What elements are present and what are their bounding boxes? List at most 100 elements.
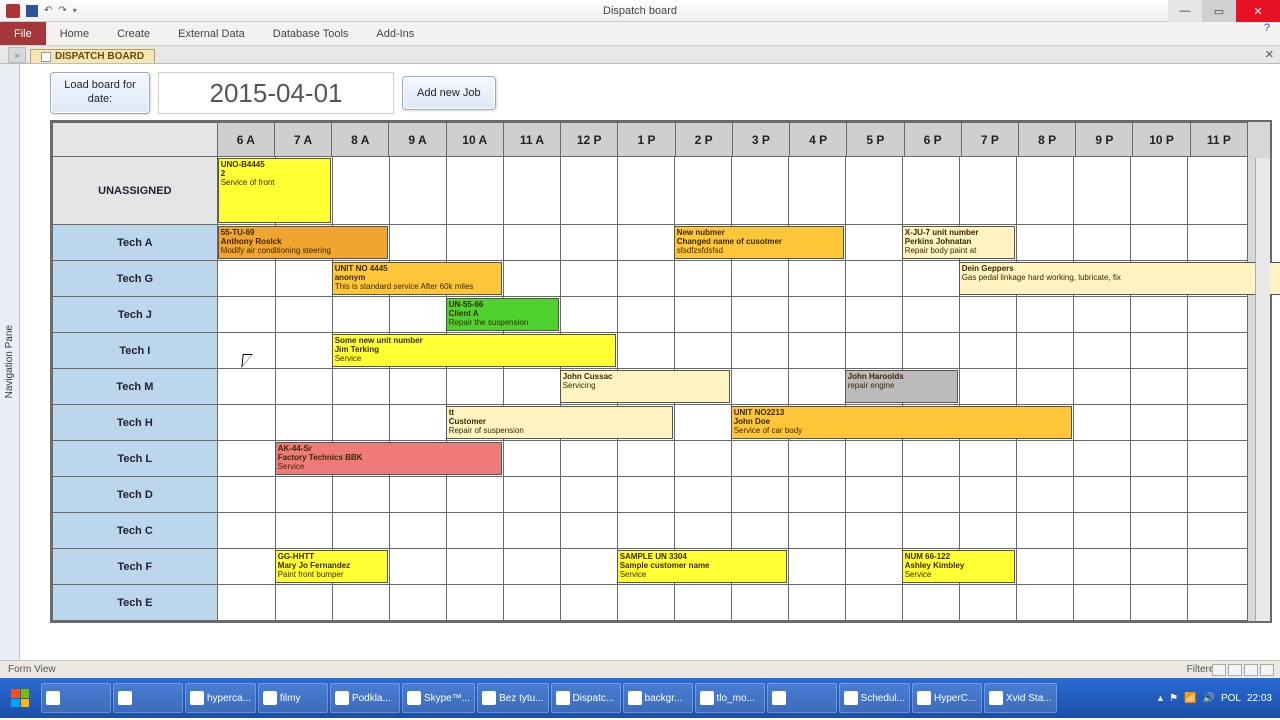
tray-network-icon[interactable]: 📶 bbox=[1184, 693, 1196, 704]
taskbar-item[interactable] bbox=[41, 683, 111, 713]
task-icon bbox=[917, 691, 931, 705]
scroll-up-icon[interactable]: ▴ bbox=[1257, 159, 1269, 171]
date-field[interactable]: 2015-04-01 bbox=[158, 72, 394, 114]
datasheet-view-button[interactable] bbox=[1228, 664, 1242, 676]
row-techL: Tech LAK-44-SrFactory Technics BBKServic… bbox=[53, 441, 1248, 477]
close-doc-icon[interactable]: ✕ bbox=[1265, 48, 1274, 61]
ribbon-tab-external-data[interactable]: External Data bbox=[164, 22, 259, 45]
taskbar-item[interactable]: backgr... bbox=[623, 683, 693, 713]
taskbar-item[interactable]: Schedul... bbox=[839, 683, 910, 713]
row-track-cell bbox=[217, 585, 1247, 621]
design-view-button[interactable] bbox=[1260, 664, 1274, 676]
doc-tab-dispatch[interactable]: DISPATCH BOARD bbox=[30, 49, 155, 63]
taskbar-item[interactable]: Dispatc... bbox=[551, 683, 621, 713]
hour-header: 5 P bbox=[847, 123, 904, 157]
job-card[interactable]: NUM 66-122Ashley KimbleyService bbox=[902, 550, 1015, 583]
task-icon bbox=[407, 691, 421, 705]
task-icon bbox=[335, 691, 349, 705]
close-button[interactable]: ✕ bbox=[1236, 0, 1280, 22]
hour-header: 6 P bbox=[904, 123, 961, 157]
job-card[interactable]: UNIT NO 4445anonymThis is standard servi… bbox=[332, 262, 502, 295]
taskbar-item[interactable] bbox=[113, 683, 183, 713]
row-track-cell bbox=[217, 477, 1247, 513]
add-new-job-button[interactable]: Add new Job bbox=[402, 76, 496, 110]
row-track-cell: UN-55-66Client ARepair the suspension bbox=[217, 297, 1247, 333]
job-card[interactable]: UNIT NO2213John DoeService of car body bbox=[731, 406, 1072, 439]
taskbar-item[interactable] bbox=[767, 683, 837, 713]
navigation-pane-collapsed[interactable]: Navigation Pane bbox=[0, 64, 20, 660]
job-card[interactable]: John Harooldsrepair engine bbox=[845, 370, 958, 403]
hour-header: 11 P bbox=[1190, 123, 1247, 157]
hour-header: 7 P bbox=[961, 123, 1018, 157]
row-techC: Tech C bbox=[53, 513, 1248, 549]
qat-dropdown-icon[interactable]: ▾ bbox=[73, 6, 77, 15]
row-techE: Tech E bbox=[53, 585, 1248, 621]
ribbon-tab-create[interactable]: Create bbox=[103, 22, 164, 45]
row-techD: Tech D bbox=[53, 477, 1248, 513]
job-card[interactable]: New nubmerChanged name of cusotmersfsdfz… bbox=[674, 226, 844, 259]
view-buttons bbox=[1212, 664, 1274, 676]
row-techJ: Tech JUN-55-66Client ARepair the suspens… bbox=[53, 297, 1248, 333]
tray-expand-icon[interactable]: ▴ bbox=[1158, 693, 1163, 704]
taskbar-item[interactable]: tlo_mo... bbox=[695, 683, 765, 713]
task-icon bbox=[772, 691, 786, 705]
taskbar-item[interactable]: Skype™... bbox=[402, 683, 475, 713]
job-card[interactable]: Some new unit numberJim TerkingService bbox=[332, 334, 616, 367]
job-card[interactable]: GG-HHTTMary Jo FernandezPaint front bump… bbox=[275, 550, 388, 583]
hour-header: 3 P bbox=[732, 123, 789, 157]
scroll-down-icon[interactable]: ▾ bbox=[1257, 608, 1269, 620]
tray-icon[interactable]: ⚑ bbox=[1169, 693, 1178, 704]
ribbon-tab-add-ins[interactable]: Add-Ins bbox=[362, 22, 428, 45]
titlebar: ↶ ↷ ▾ Dispatch board — ▭ ✕ bbox=[0, 0, 1280, 22]
row-track-cell: ttCustomerRepair of suspension UNIT NO221… bbox=[217, 405, 1247, 441]
ribbon: File HomeCreateExternal DataDatabase Too… bbox=[0, 22, 1280, 46]
taskbar-item[interactable]: Xvid Sta... bbox=[984, 683, 1057, 713]
start-button[interactable] bbox=[0, 678, 40, 718]
redo-icon[interactable]: ↷ bbox=[58, 5, 66, 16]
row-label: Tech I bbox=[53, 333, 218, 369]
job-card[interactable]: AK-44-SrFactory Technics BBKService bbox=[275, 442, 502, 475]
job-card[interactable]: UN-55-66Client ARepair the suspension bbox=[446, 298, 559, 331]
layout-view-button[interactable] bbox=[1244, 664, 1258, 676]
windows-logo-icon bbox=[11, 689, 29, 707]
maximize-button[interactable]: ▭ bbox=[1202, 0, 1236, 22]
row-track-cell: Some new unit numberJim TerkingService bbox=[217, 333, 1247, 369]
job-card[interactable]: ttCustomerRepair of suspension bbox=[446, 406, 673, 439]
window-buttons: — ▭ ✕ bbox=[1168, 0, 1280, 22]
taskbar-item[interactable]: Bez tytu... bbox=[477, 683, 548, 713]
hour-header: 9 A bbox=[389, 123, 446, 157]
taskbar-item[interactable]: HyperC... bbox=[912, 683, 982, 713]
minimize-button[interactable]: — bbox=[1168, 0, 1202, 22]
window-title: Dispatch board bbox=[603, 5, 677, 17]
ribbon-tab-home[interactable]: Home bbox=[46, 22, 103, 45]
hour-header: 8 P bbox=[1018, 123, 1075, 157]
hour-header: 11 A bbox=[503, 123, 560, 157]
undo-icon[interactable]: ↶ bbox=[44, 5, 52, 16]
help-icon[interactable]: ? bbox=[1254, 22, 1280, 45]
taskbar-item[interactable]: filmy bbox=[258, 683, 328, 713]
row-label: Tech H bbox=[53, 405, 218, 441]
job-card[interactable]: SAMPLE UN 3304Sample customer nameServic… bbox=[617, 550, 787, 583]
row-track-cell bbox=[217, 513, 1247, 549]
taskbar-item[interactable]: hyperca... bbox=[185, 683, 256, 713]
save-icon[interactable] bbox=[26, 5, 38, 17]
job-card[interactable]: 55-TU-69Anthony RoslckModify air conditi… bbox=[218, 226, 388, 259]
task-icon bbox=[989, 691, 1003, 705]
tray-volume-icon[interactable]: 🔊 bbox=[1203, 693, 1215, 704]
nav-pane-toggle[interactable]: » bbox=[8, 47, 26, 63]
status-bar: Form View Filtered bbox=[0, 660, 1280, 678]
tray-clock[interactable]: 22:03 bbox=[1247, 693, 1272, 704]
row-techH: Tech H ttCustomerRepair of suspension UNIT… bbox=[53, 405, 1248, 441]
job-card[interactable]: John CussacServicing bbox=[560, 370, 730, 403]
job-card[interactable]: UNO-B44452Service of front bbox=[218, 158, 331, 223]
task-icon bbox=[556, 691, 570, 705]
job-card[interactable]: Dein GeppersGas pedal linkage hard worki… bbox=[959, 262, 1280, 295]
file-tab[interactable]: File bbox=[0, 22, 46, 45]
load-board-button[interactable]: Load board for date: bbox=[50, 72, 150, 114]
form-view-button[interactable] bbox=[1212, 664, 1226, 676]
top-controls: Load board for date: 2015-04-01 Add new … bbox=[50, 72, 1272, 114]
taskbar-item[interactable]: Podkla... bbox=[330, 683, 400, 713]
tray-lang[interactable]: POL bbox=[1221, 693, 1241, 704]
ribbon-tab-database-tools[interactable]: Database Tools bbox=[259, 22, 363, 45]
job-card[interactable]: X-JU-7 unit numberPerkins JohnatanRepair… bbox=[902, 226, 1015, 259]
